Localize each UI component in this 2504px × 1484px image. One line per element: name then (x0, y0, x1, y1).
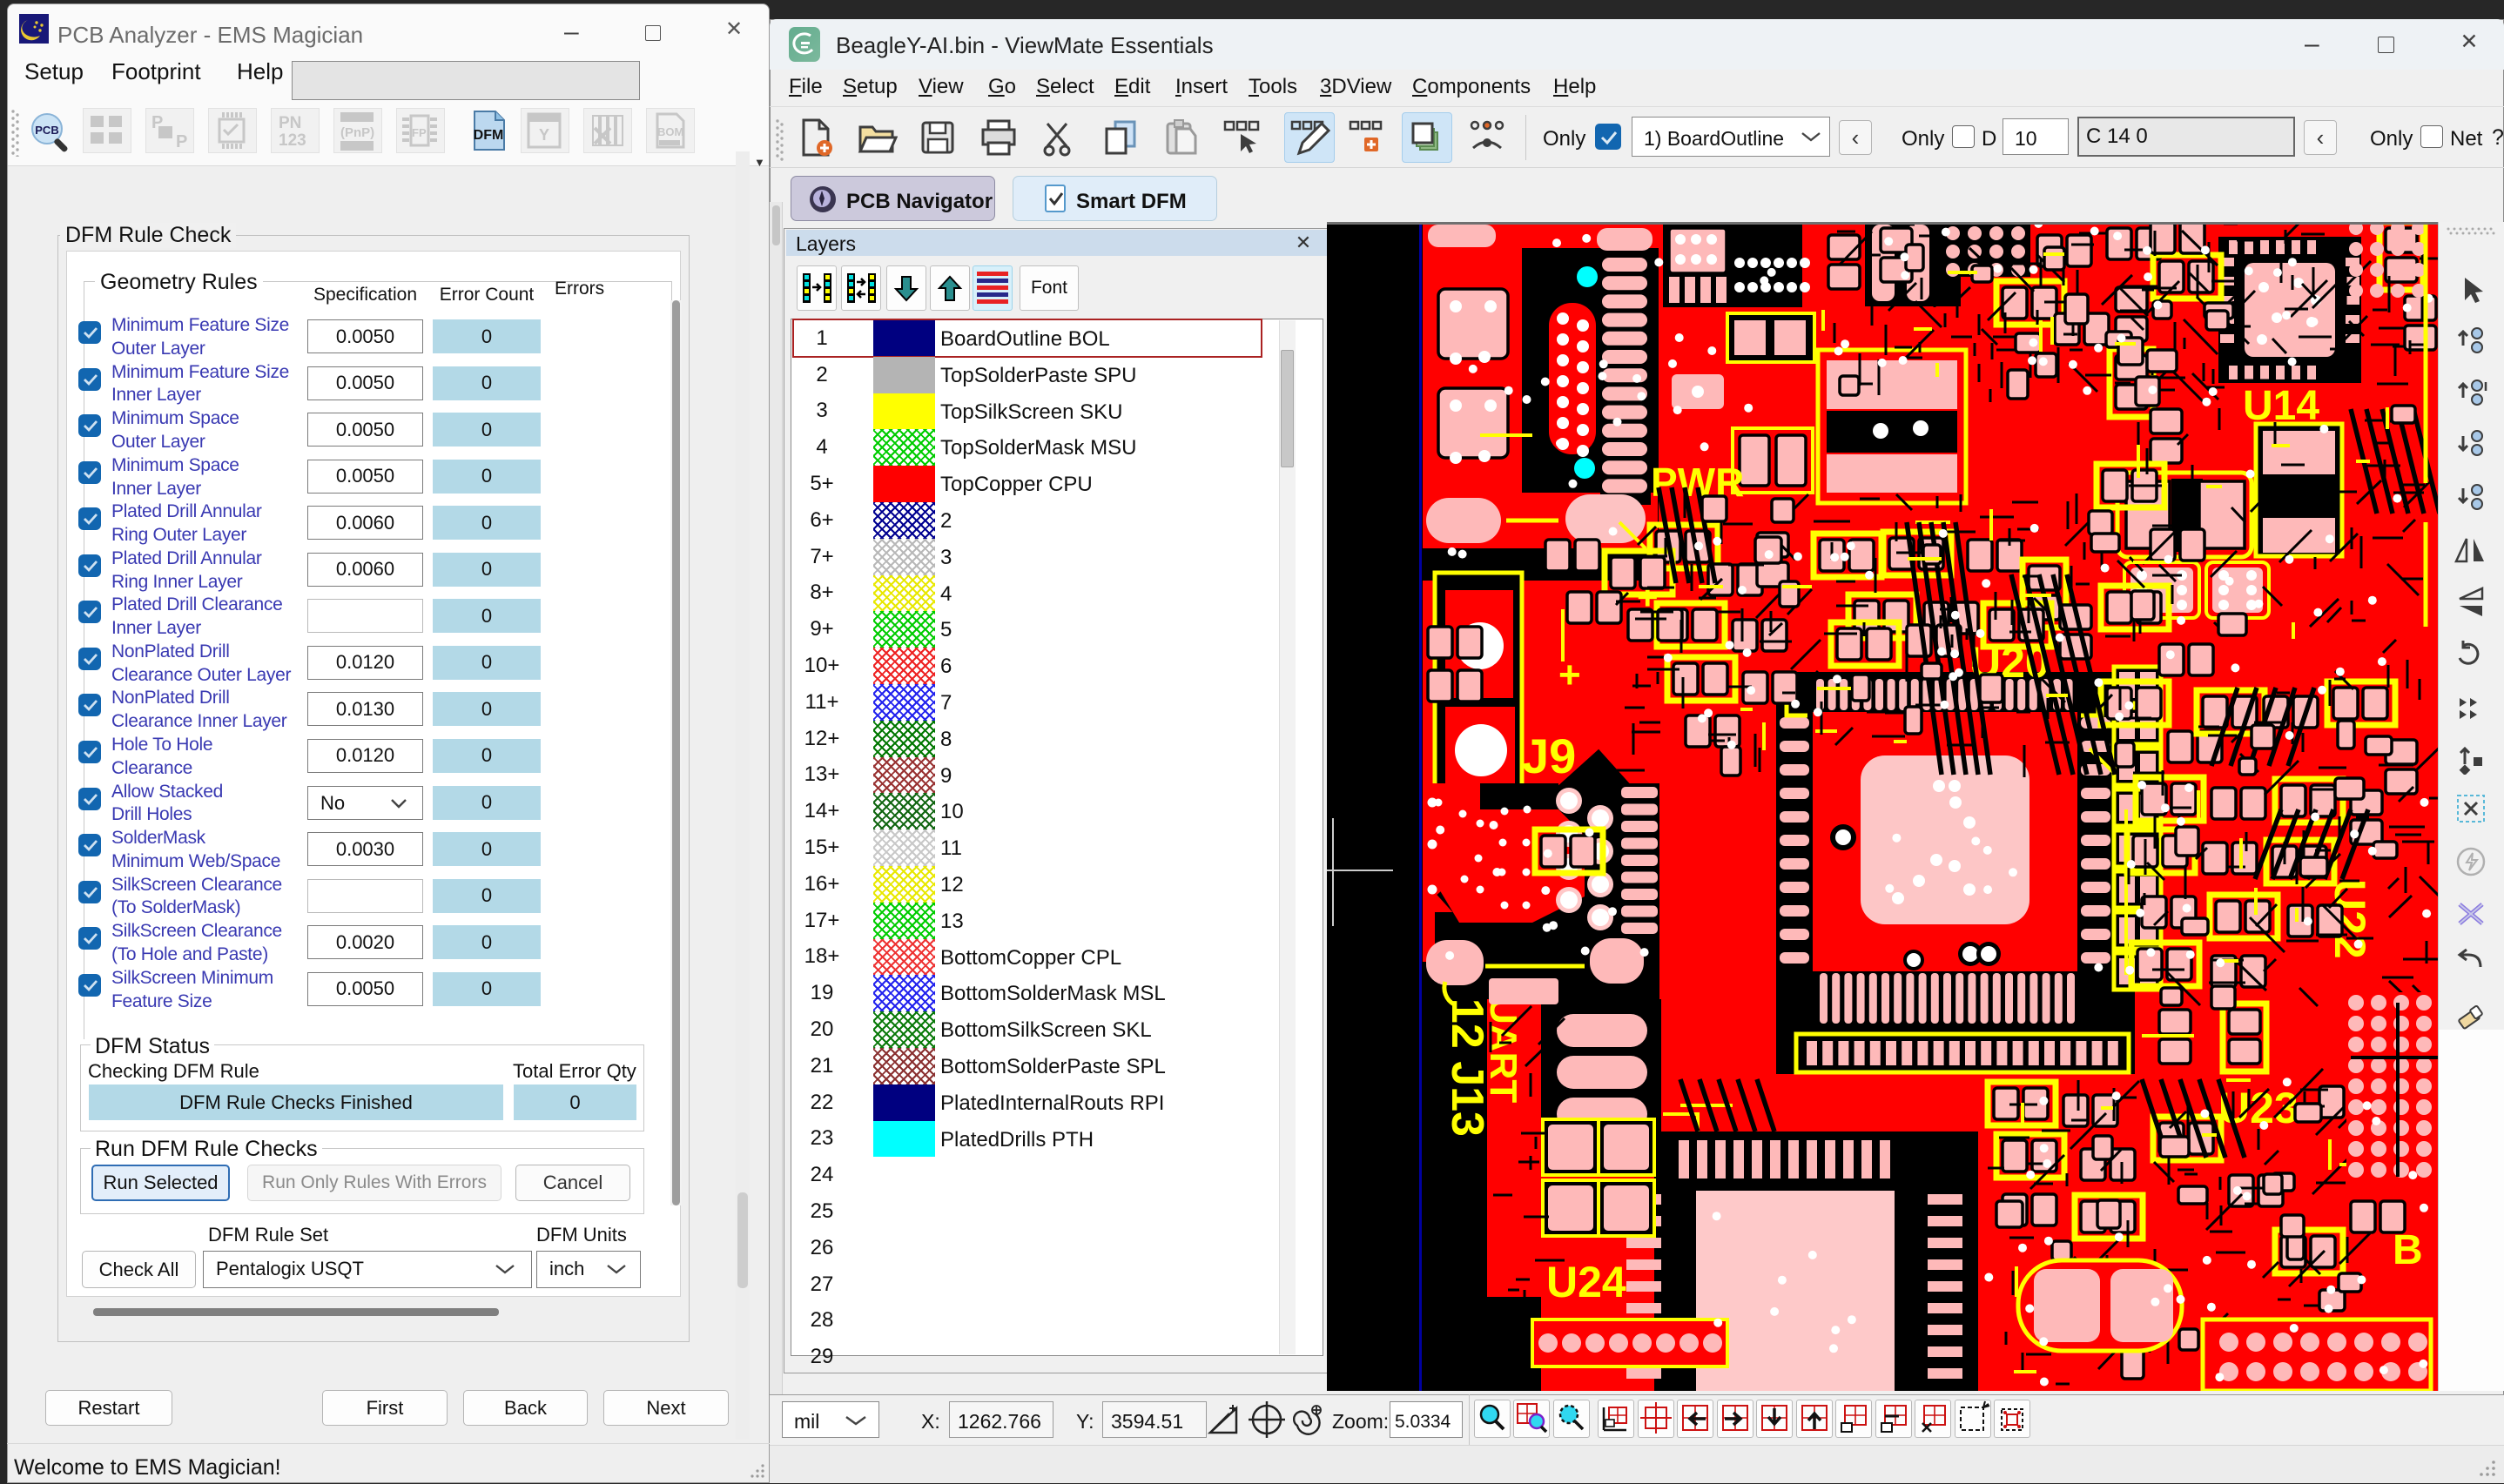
svg-text:(PnP): (PnP) (340, 125, 374, 140)
svg-text:PCB: PCB (35, 124, 58, 137)
svg-text:Y: Y (539, 126, 549, 144)
svg-text:J9: J9 (1522, 729, 1576, 783)
svg-text:B: B (2393, 1227, 2423, 1273)
svg-text:U24: U24 (1546, 1258, 1626, 1306)
svg-text:123: 123 (279, 131, 306, 150)
svg-text:FP: FP (412, 126, 427, 139)
svg-text:P: P (176, 132, 187, 151)
svg-text:DFM: DFM (474, 128, 504, 143)
svg-text:BOM: BOM (657, 125, 683, 138)
svg-text:PN: PN (279, 114, 301, 132)
